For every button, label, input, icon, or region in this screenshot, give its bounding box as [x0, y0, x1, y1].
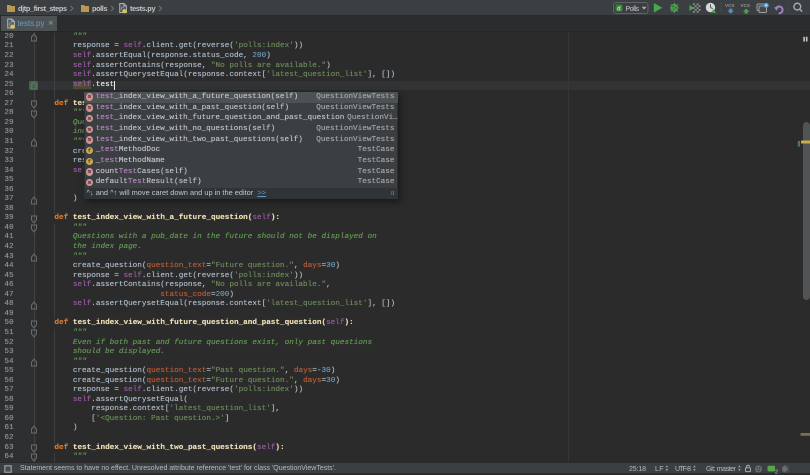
svg-text:VCS: VCS: [725, 3, 734, 8]
svg-text:polls: polls: [92, 4, 108, 13]
svg-text:d: d: [617, 6, 621, 12]
svg-text:tests.py: tests.py: [130, 4, 156, 13]
svg-text:VCS: VCS: [741, 3, 750, 8]
svg-text:Polls: Polls: [626, 6, 640, 13]
svg-text:25:18: 25:18: [629, 466, 646, 473]
svg-text:Git: master: Git: master: [706, 466, 737, 473]
svg-text:UTF-8: UTF-8: [675, 466, 691, 473]
svg-text:djtp_first_steps: djtp_first_steps: [18, 4, 67, 13]
svg-text:tests.py: tests.py: [18, 19, 45, 28]
svg-text:2: 2: [775, 469, 778, 474]
svg-text:LF: LF: [655, 466, 664, 473]
